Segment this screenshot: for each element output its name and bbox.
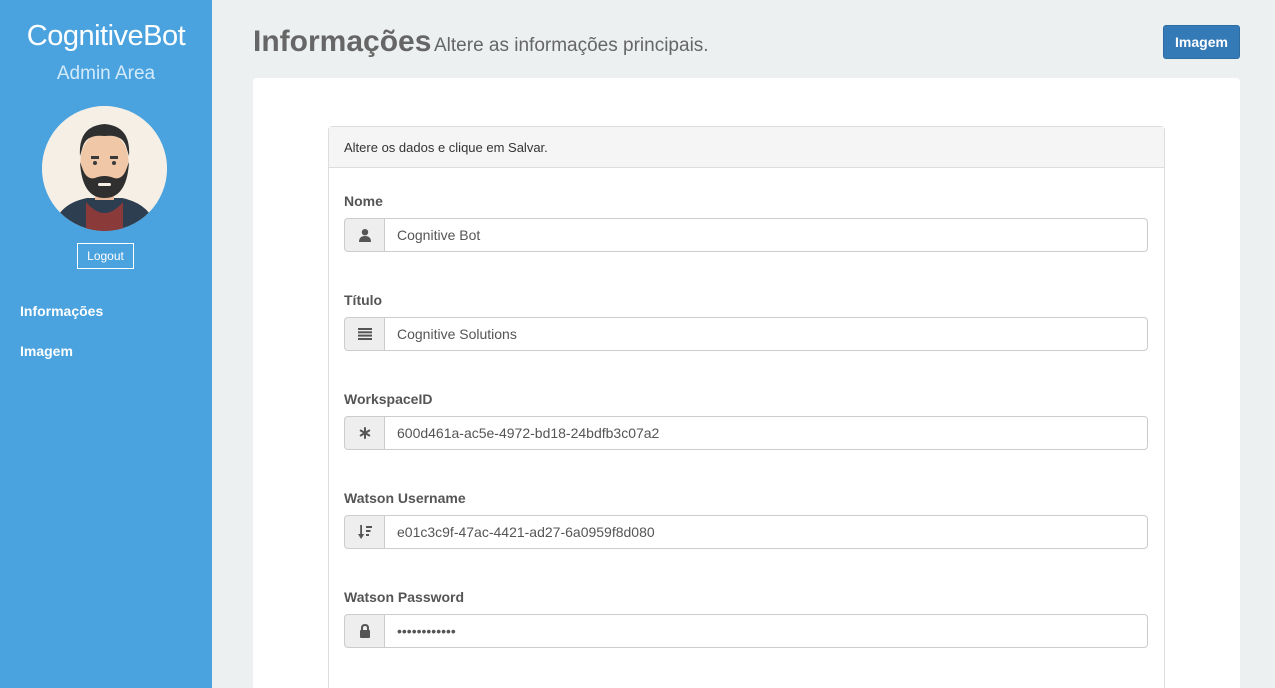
sidebar-item-imagem[interactable]: Imagem — [20, 343, 73, 359]
user-icon — [344, 218, 384, 252]
asterisk-icon — [344, 416, 384, 450]
watson-username-input[interactable]: e01c3c9f-47ac-4421-ad27-6a0959f8d080 — [384, 515, 1148, 549]
sidebar: CognitiveBot Admin Area Logout Informaçõ… — [0, 0, 212, 688]
watson-password-input[interactable]: •••••••••••• — [384, 614, 1148, 648]
watson-password-label: Watson Password — [344, 589, 465, 605]
title-label: Título — [344, 292, 383, 308]
name-label: Nome — [344, 193, 383, 209]
logout-button[interactable]: Logout — [77, 243, 134, 269]
sort-icon — [344, 515, 384, 549]
brand-subtitle: Admin Area — [56, 63, 156, 84]
workspace-id-input[interactable]: 600d461a-ac5e-4972-bd18-24bdfb3c07a2 — [384, 416, 1148, 450]
list-icon — [344, 317, 384, 351]
watson-password-input-group: •••••••••••• — [344, 614, 1148, 648]
workspace-id-label: WorkspaceID — [344, 391, 433, 407]
panel-heading: Altere os dados e clique em Salvar. — [329, 127, 1164, 168]
brand-title: CognitiveBot — [26, 20, 186, 52]
watson-username-label: Watson Username — [344, 490, 466, 506]
watson-username-input-group: e01c3c9f-47ac-4421-ad27-6a0959f8d080 — [344, 515, 1148, 549]
title-input-group: Cognitive Solutions — [344, 317, 1148, 351]
name-input-group: Cognitive Bot — [344, 218, 1148, 252]
page-subtitle: Altere as informações principais. — [434, 35, 709, 56]
name-input[interactable]: Cognitive Bot — [384, 218, 1148, 252]
image-button[interactable]: Imagem — [1163, 25, 1240, 59]
page-title: Informações — [253, 25, 432, 58]
title-input[interactable]: Cognitive Solutions — [384, 317, 1148, 351]
avatar — [42, 106, 167, 231]
lock-icon — [344, 614, 384, 648]
workspace-id-input-group: 600d461a-ac5e-4972-bd18-24bdfb3c07a2 — [344, 416, 1148, 450]
sidebar-item-informacoes[interactable]: Informações — [20, 303, 103, 319]
